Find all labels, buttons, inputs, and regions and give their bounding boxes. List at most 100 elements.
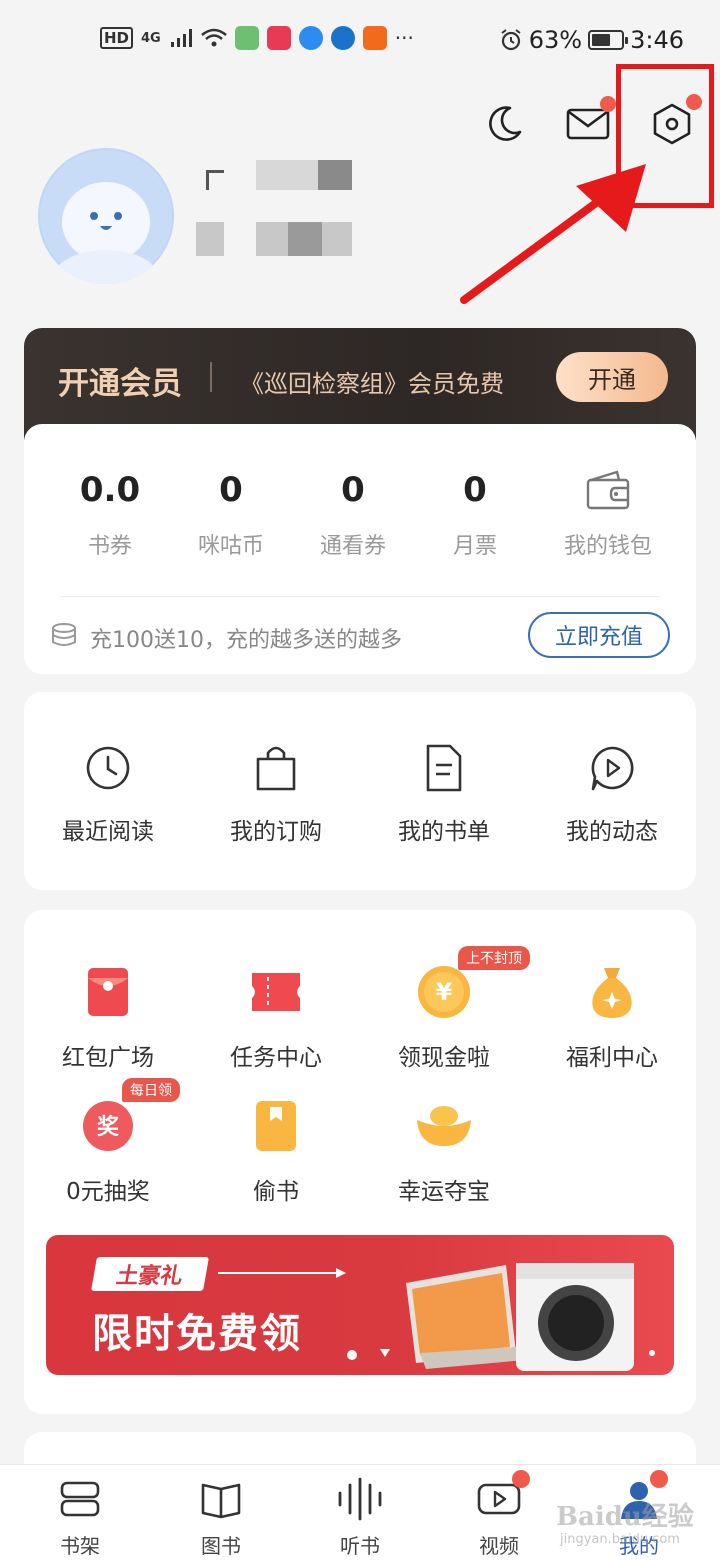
my-wallet-button[interactable]: 我的钱包 (548, 470, 668, 560)
stat-watch-coupons[interactable]: 0 通看券 (293, 470, 413, 560)
username-redacted (318, 160, 352, 190)
app-notification-icon (298, 26, 323, 50)
menu-label: 我的书单 (398, 819, 490, 845)
bookshelf-icon (60, 1481, 100, 1517)
battery-percent: 63% (528, 26, 583, 54)
vip-divider (210, 362, 212, 392)
menu-my-activity[interactable]: 我的动态 (542, 742, 682, 846)
tab-icon-wrap (305, 1474, 415, 1524)
stat-monthly-tickets[interactable]: 0 月票 (415, 470, 535, 560)
prize-icon: 奖 (83, 1101, 133, 1151)
decor-shapes (347, 1349, 390, 1360)
video-badge (512, 1470, 530, 1488)
welfare-label: 任务中心 (230, 1045, 322, 1071)
app-notification-icon (330, 26, 355, 50)
welfare-icon-wrap (206, 1094, 346, 1158)
welfare-label: 幸运夺宝 (398, 1179, 490, 1205)
welfare-icon-wrap (206, 960, 346, 1024)
stat-label: 书券 (87, 534, 132, 559)
menu-my-orders[interactable]: 我的订购 (206, 742, 346, 846)
promo-banner[interactable]: 土豪礼 限时免费领 (46, 1235, 674, 1375)
app-notification-icon (234, 26, 259, 50)
money-bag-icon (592, 968, 632, 1018)
recharge-promo-text: 充100送10，充的越多送的越多 (90, 628, 402, 653)
stat-label: 通看券 (319, 534, 386, 559)
red-envelope-icon (88, 968, 128, 1016)
clock-icon (86, 746, 130, 790)
xiaohongshu-icon (266, 26, 291, 50)
coins-icon (52, 623, 76, 646)
laptop-washer-image (406, 1263, 655, 1371)
messages-button[interactable] (558, 94, 618, 154)
menu-icon-wrap (38, 742, 178, 794)
welfare-free-lottery[interactable]: 奖 每日领 0元抽奖 (38, 1078, 180, 1206)
ticket-icon (252, 973, 300, 1011)
taobao-icon (362, 26, 387, 50)
avatar[interactable] (38, 148, 174, 284)
welfare-icon-wrap (542, 960, 682, 1024)
document-icon (426, 744, 462, 792)
alarm-icon (501, 29, 521, 51)
coin-symbol: ¥ (436, 978, 453, 1006)
moon-icon (489, 106, 522, 141)
menu-recent-reading[interactable]: 最近阅读 (38, 742, 178, 846)
menu-label: 最近阅读 (62, 819, 154, 845)
welfare-steal-book[interactable]: 偷书 (206, 1094, 346, 1206)
prize-glyph: 奖 (97, 1114, 120, 1140)
tab-label: 图书 (201, 1534, 241, 1558)
tab-icon-wrap (166, 1474, 276, 1524)
user-id-redacted (288, 222, 322, 256)
welfare-label: 偷书 (253, 1179, 299, 1205)
stat-label: 月票 (452, 534, 497, 559)
hd-indicator: HD (100, 27, 134, 49)
night-mode-button[interactable] (474, 94, 534, 154)
more-notifications-icon: ··· (394, 26, 414, 50)
open-vip-button[interactable]: 开通 (556, 352, 668, 402)
banner-headline: 限时免费领 (92, 1311, 302, 1357)
welfare-benefits-center[interactable]: 福利中心 (542, 960, 682, 1072)
tab-bookshelf[interactable]: 书架 (25, 1474, 135, 1559)
tab-label: 书架 (60, 1534, 100, 1558)
status-bar: HD 4G ··· 63% 3:46 (0, 0, 720, 84)
welfare-red-envelope[interactable]: 红包广场 (38, 960, 178, 1072)
welfare-icon-wrap: 奖 每日领 (38, 1078, 180, 1158)
tab-audiobooks[interactable]: 听书 (305, 1474, 415, 1559)
welfare-icon-wrap (374, 1094, 514, 1158)
arrow-right-icon (218, 1268, 346, 1278)
menu-my-booklist[interactable]: 我的书单 (374, 742, 514, 846)
stat-label: 咪咕币 (197, 534, 264, 559)
welfare-label: 领现金啦 (398, 1045, 490, 1071)
welfare-task-center[interactable]: 任务中心 (206, 960, 346, 1072)
recharge-button[interactable]: 立即充值 (528, 612, 670, 658)
stat-book-coupons[interactable]: 0.0 书券 (50, 470, 170, 560)
welfare-icon-wrap: ¥ 上不封顶 (374, 946, 530, 1024)
gold-ingot-icon (417, 1106, 471, 1146)
stat-value: 0 (463, 470, 487, 510)
signal-icon (170, 29, 192, 47)
tab-video[interactable]: 视频 (444, 1470, 554, 1559)
username-fragment (206, 170, 224, 190)
play-bubble-icon (591, 746, 634, 791)
stat-migu-coins[interactable]: 0 咪咕币 (171, 470, 291, 560)
tab-label: 听书 (340, 1534, 380, 1558)
welfare-icon-wrap (38, 960, 178, 1024)
menu-label: 我的订购 (230, 819, 322, 845)
vip-title: 开通会员 (58, 366, 182, 402)
tab-icon-wrap (444, 1470, 554, 1524)
unread-badge (600, 96, 616, 112)
welfare-label: 0元抽奖 (66, 1179, 150, 1205)
battery-level (592, 34, 610, 46)
divider (60, 596, 660, 597)
sound-wave-icon (338, 1477, 382, 1521)
default-avatar-icon (40, 150, 172, 284)
gold-coin-icon: ¥ (418, 966, 470, 1018)
wifi-icon (200, 28, 227, 47)
tab-icon-wrap (25, 1474, 135, 1524)
stat-value: 0.0 (79, 470, 141, 510)
open-book-icon (201, 1483, 241, 1519)
mail-icon (566, 108, 610, 140)
tab-books[interactable]: 图书 (166, 1474, 276, 1559)
welfare-lucky-treasure[interactable]: 幸运夺宝 (374, 1094, 514, 1206)
welfare-get-cash[interactable]: ¥ 上不封顶 领现金啦 (374, 946, 530, 1072)
wallet-icon-wrap (548, 470, 668, 514)
